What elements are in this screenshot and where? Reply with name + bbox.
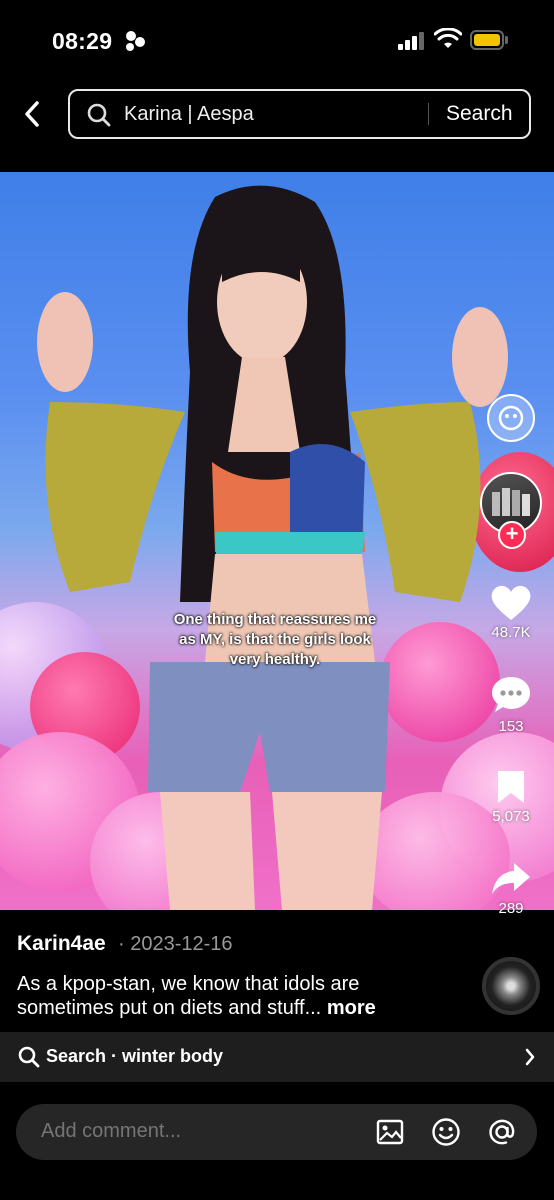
save-button[interactable]: 5,073	[481, 768, 541, 825]
creator-username[interactable]: Karin4ae	[17, 932, 106, 956]
wifi-icon	[434, 28, 462, 48]
search-bar[interactable]: Karina | Aespa Search	[68, 89, 531, 139]
emoji-button[interactable]	[430, 1116, 462, 1148]
comment-input[interactable]	[41, 1120, 341, 1143]
follow-plus-icon[interactable]: +	[498, 521, 526, 549]
status-time: 08:29	[52, 28, 113, 54]
chevron-left-icon	[25, 101, 39, 127]
chevron-right-icon	[525, 1048, 535, 1066]
save-count: 5,073	[492, 808, 530, 825]
comment-bubble-icon	[492, 677, 530, 712]
status-bar: 08:29	[0, 0, 554, 84]
video-caption: One thing that reassures me as MY, is th…	[130, 610, 420, 670]
share-count: 289	[498, 900, 524, 917]
focus-mode-icon	[126, 31, 145, 51]
bookmark-icon	[498, 771, 524, 803]
cellular-signal-icon	[398, 32, 426, 50]
back-button[interactable]	[14, 96, 50, 132]
smiley-face-icon	[432, 1118, 460, 1146]
like-count: 48.7K	[491, 624, 531, 641]
more-link[interactable]: more	[327, 997, 376, 1019]
post-date: · 2023-12-16	[118, 933, 233, 956]
post-description[interactable]: As a kpop-stan, we know that idols are s…	[17, 972, 457, 1020]
music-disc-icon[interactable]	[482, 957, 540, 1015]
search-icon	[87, 103, 111, 127]
comment-button[interactable]: 153	[481, 674, 541, 735]
comment-count: 153	[498, 718, 524, 735]
at-sign-icon	[489, 1119, 515, 1145]
mention-button[interactable]	[486, 1116, 518, 1148]
comment-bar[interactable]	[16, 1104, 537, 1160]
search-button[interactable]: Search	[446, 102, 513, 126]
date-separator: ·	[118, 933, 131, 955]
sticker-reaction-button[interactable]	[487, 394, 535, 442]
heart-icon	[491, 585, 531, 620]
battery-icon	[470, 30, 508, 50]
share-arrow-icon	[492, 863, 530, 894]
video-player[interactable]: One thing that reassures me as MY, is th…	[0, 172, 554, 910]
caption-line: One thing that reassures me	[173, 611, 377, 628]
search-icon	[18, 1046, 40, 1068]
post-description-text: As a kpop-stan, we know that idols are s…	[17, 973, 360, 1019]
related-search-bar[interactable]: Search · winter body	[0, 1032, 554, 1082]
related-search-label: Search · winter body	[46, 1046, 224, 1066]
share-button[interactable]: 289	[481, 860, 541, 917]
image-attach-button[interactable]	[374, 1116, 406, 1148]
caption-line: very healthy.	[229, 651, 321, 668]
creator-avatar-container[interactable]: +	[480, 472, 542, 549]
search-divider	[428, 103, 429, 125]
image-icon	[376, 1119, 404, 1145]
caption-line: as MY, is that the girls look	[179, 631, 371, 648]
post-date-value: 2023-12-16	[130, 933, 233, 955]
like-button[interactable]: 48.7K	[481, 582, 541, 641]
smiley-face-icon	[498, 405, 524, 431]
video-subject	[37, 185, 508, 910]
search-query[interactable]: Karina | Aespa	[124, 103, 254, 126]
